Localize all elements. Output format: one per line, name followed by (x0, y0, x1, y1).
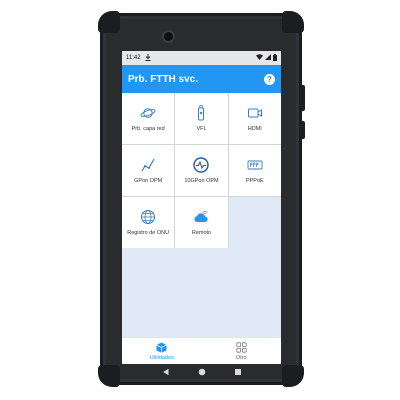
tile-10gpon-opm[interactable]: 10GPon OPM (175, 145, 228, 196)
status-bar: 11:42 (122, 51, 281, 65)
utilities-grid: Prb. capa red VFL HDMI GPon OPM 10GPon O… (122, 93, 281, 248)
tile-label: GPon OPM (134, 178, 163, 184)
help-icon[interactable]: ? (264, 73, 275, 85)
corner-bumper (282, 365, 304, 387)
tile-registro-de-onu[interactable]: Registro de ONU (122, 197, 175, 248)
tile-vfl[interactable]: VFL (175, 93, 228, 144)
recents-icon[interactable] (234, 368, 242, 376)
tile-remoto[interactable]: Remoto (175, 197, 228, 248)
bottom-nav: Utilidades Otro (122, 337, 281, 364)
nav-label: Otro (235, 354, 247, 361)
box-icon (156, 342, 167, 353)
corner-bumper (98, 11, 120, 33)
nav-label: Utilidades (149, 354, 174, 361)
phone-device: 11:42 Prb. FTTH svc. ? Prb. capa red VFL… (98, 11, 305, 387)
tile-pppoe[interactable]: PPPoE (228, 145, 281, 196)
tile-label: HDMI (247, 126, 262, 132)
cloud-wifi-icon (194, 211, 209, 222)
screen: 11:42 Prb. FTTH svc. ? Prb. capa red VFL… (122, 51, 281, 364)
nav-utilidades[interactable]: Utilidades (122, 338, 202, 364)
wifi-icon (256, 54, 263, 62)
tile-label: PPPoE (245, 178, 264, 184)
empty-cell (228, 197, 281, 248)
tile-prb-capa-red[interactable]: Prb. capa red (122, 93, 175, 144)
power-button (301, 121, 305, 139)
front-camera (164, 32, 173, 41)
tile-hdmi[interactable]: HDMI (228, 93, 281, 144)
corner-bumper (282, 11, 304, 33)
tile-label: 10GPon OPM (184, 178, 219, 184)
tile-label: Prb. capa red (131, 126, 165, 132)
utilities-grid-area: Prb. capa red VFL HDMI GPon OPM 10GPon O… (122, 93, 281, 337)
tile-label: VFL (196, 126, 207, 132)
battery-icon (273, 53, 277, 63)
tile-label: Remoto (191, 230, 212, 236)
globe-grid-icon (141, 210, 156, 224)
volume-button (301, 85, 305, 111)
pppoe-badge-icon (247, 160, 263, 170)
laser-pen-icon (198, 105, 205, 121)
video-camera-icon (247, 108, 262, 118)
page-title: Prb. FTTH svc. (128, 73, 199, 85)
signal-icon (265, 54, 271, 62)
pulse-gauge-icon (193, 157, 210, 173)
app-bar: Prb. FTTH svc. ? (122, 65, 281, 93)
planet-icon (140, 108, 156, 118)
download-icon (145, 53, 151, 63)
tile-gpon-opm[interactable]: GPon OPM (122, 145, 175, 196)
status-time: 11:42 (126, 55, 141, 61)
home-icon[interactable] (198, 368, 206, 376)
nav-otro[interactable]: Otro (202, 338, 282, 364)
back-icon[interactable] (162, 368, 170, 376)
system-nav-bar (122, 364, 281, 380)
signal-graph-icon (141, 158, 155, 172)
corner-bumper (98, 365, 120, 387)
tile-label: Registro de ONU (127, 230, 170, 236)
grid-icon (236, 341, 247, 353)
